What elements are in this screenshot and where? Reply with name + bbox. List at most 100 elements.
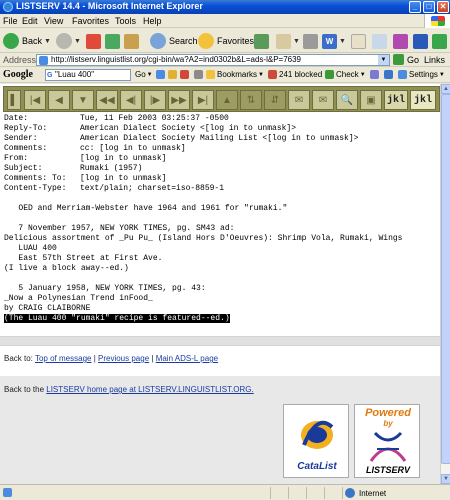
google-search-input[interactable]: G "Luau 400"	[45, 69, 131, 81]
font-monospace-button[interactable]: jkl	[410, 90, 436, 110]
body-line: (I live a block away--ed.)	[4, 264, 129, 273]
top-of-message-link[interactable]: Top of message	[35, 354, 91, 363]
nav-first-icon[interactable]: |◀	[24, 90, 46, 110]
close-button[interactable]: ✕	[437, 1, 449, 13]
nav-last-icon[interactable]: ▶|	[192, 90, 214, 110]
discuss-button[interactable]	[351, 32, 366, 50]
print-icon	[303, 33, 318, 49]
history-button[interactable]	[254, 32, 269, 50]
autofill-button[interactable]	[384, 70, 395, 79]
back-dropdown-icon[interactable]: ▼	[44, 38, 51, 45]
spell-check-button[interactable]: Check ▼	[325, 70, 366, 79]
google-toolbar: Google G "Luau 400" Go ▼ Bookmarks ▼ 241 b…	[0, 67, 450, 83]
links-button[interactable]: Links	[424, 55, 445, 65]
options-icon[interactable]: ▣	[360, 90, 382, 110]
nav-up-icon[interactable]: ▲	[216, 90, 238, 110]
google-logo[interactable]: Google	[3, 69, 33, 80]
menu-edit[interactable]: Edit	[22, 16, 38, 26]
google-news-button[interactable]	[180, 70, 191, 79]
highlighted-line: (The Luau 400 "rumaki" recipe is feature…	[4, 314, 230, 323]
scroll-thumb[interactable]	[441, 94, 450, 464]
footer-text: Back to the LISTSERV home page at LISTSE…	[4, 385, 254, 394]
nav-thread-previous-icon[interactable]: ▼	[72, 90, 94, 110]
header-value: American Dialect Society <[log in to unm…	[80, 124, 297, 133]
body-line: 5 January 1958, NEW YORK TIMES, pg. 43:	[4, 284, 206, 293]
edit-button[interactable]: W ▼	[322, 32, 346, 50]
header-key: Reply-To:	[4, 124, 48, 133]
google-g-icon: G	[47, 72, 53, 79]
header-value: Tue, 11 Feb 2003 03:25:37 -0500	[80, 114, 229, 123]
nav-thread-icon[interactable]: ⇅	[240, 90, 262, 110]
go-button[interactable]: Go	[393, 54, 419, 65]
refresh-button[interactable]	[105, 32, 120, 50]
footer: Back to the LISTSERV home page at LISTSE…	[0, 376, 440, 484]
header-value: [log in to unmask]	[80, 154, 167, 163]
catalist-logo[interactable]: CataList	[283, 404, 349, 478]
separator-band	[0, 336, 440, 346]
bookmarks-button[interactable]: Bookmarks ▼	[206, 70, 264, 79]
autolink-icon	[370, 70, 379, 79]
google-search-web-button[interactable]	[156, 70, 167, 79]
autolink-button[interactable]	[370, 70, 381, 79]
header-row: Content-Type: text/plain; charset=iso-885…	[4, 184, 440, 194]
print-button[interactable]	[303, 32, 318, 50]
listserv-home-link[interactable]: LISTSERV home page at LISTSERV.LINGUISTL…	[46, 385, 254, 394]
stop-icon	[86, 33, 101, 49]
forward-button[interactable]: ▼	[56, 32, 81, 50]
address-input[interactable]: http://listserv.linguistlist.org/cgi-bin…	[36, 54, 390, 66]
settings-button[interactable]: Settings ▼	[398, 70, 445, 79]
previous-page-link[interactable]: Previous page	[98, 354, 149, 363]
stop-button[interactable]	[86, 32, 101, 50]
search-button[interactable]: Search	[150, 32, 198, 50]
nav-reply-thread-icon[interactable]: ⇵	[264, 90, 286, 110]
google-go-button[interactable]: Go ▼	[135, 70, 153, 79]
scroll-up-icon[interactable]: ▲	[441, 84, 450, 94]
header-row: From: [log in to unmask]	[4, 154, 440, 164]
maximize-button[interactable]: □	[423, 1, 435, 13]
popup-blocker-button[interactable]: 241 blocked	[268, 70, 322, 79]
bluetooth-icon	[413, 33, 428, 49]
menu-favorites[interactable]: Favorites	[72, 16, 109, 26]
messenger-alt-button[interactable]	[432, 32, 447, 50]
menu-help[interactable]: Help	[143, 16, 162, 26]
status-bar: Internet	[0, 484, 450, 500]
minimize-button[interactable]: _	[409, 1, 421, 13]
vertical-scrollbar[interactable]: ▲ ▼	[440, 84, 450, 484]
address-url[interactable]: http://listserv.linguistlist.org/cgi-bin…	[51, 55, 301, 64]
google-images-button[interactable]	[194, 70, 205, 79]
nav-previous-icon[interactable]: ◀	[48, 90, 70, 110]
forward-dropdown-icon[interactable]: ▼	[74, 38, 81, 45]
font-proportional-button[interactable]: jkl	[384, 90, 408, 110]
menu-tools[interactable]: Tools	[115, 16, 136, 26]
address-dropdown-icon[interactable]: ▼	[378, 55, 389, 65]
bluetooth-button[interactable]	[413, 32, 428, 50]
reply-mail-icon[interactable]: ✉	[288, 90, 310, 110]
post-mail-icon[interactable]: ✉	[312, 90, 334, 110]
body-line	[4, 214, 440, 224]
listserv-emblem-icon	[369, 431, 407, 462]
favorites-button[interactable]: Favorites	[198, 32, 254, 50]
security-zone: Internet	[345, 488, 386, 498]
body-line	[4, 274, 440, 284]
mail-button[interactable]: ▼	[276, 32, 300, 50]
ie-logo-icon	[3, 2, 13, 12]
nav-skip-forward-icon[interactable]: ▶▶	[168, 90, 190, 110]
back-button[interactable]: Back ▼	[3, 32, 51, 50]
nav-next-page-icon[interactable]: |▶	[144, 90, 166, 110]
search-archives-icon[interactable]: 🔍	[336, 90, 358, 110]
autofill-icon	[384, 70, 393, 79]
messenger-button[interactable]	[372, 32, 387, 50]
menu-file[interactable]: File	[3, 16, 18, 26]
menu-view[interactable]: View	[44, 16, 63, 26]
research-button[interactable]	[393, 32, 408, 50]
main-ads-l-page-link[interactable]: Main ADS-L page	[156, 354, 218, 363]
research-icon	[393, 33, 408, 49]
nav-previous-page-icon[interactable]: ◀|	[120, 90, 142, 110]
powered-by-listserv-logo[interactable]: Powered by LISTSERV	[354, 404, 420, 478]
nav-skip-back-icon[interactable]: ◀◀	[96, 90, 118, 110]
home-button[interactable]	[124, 32, 139, 50]
google-search-site-button[interactable]	[168, 70, 179, 79]
header-value: Rumaki (1957)	[80, 164, 143, 173]
scroll-down-icon[interactable]: ▼	[441, 474, 450, 484]
favorites-star-icon	[198, 33, 214, 49]
